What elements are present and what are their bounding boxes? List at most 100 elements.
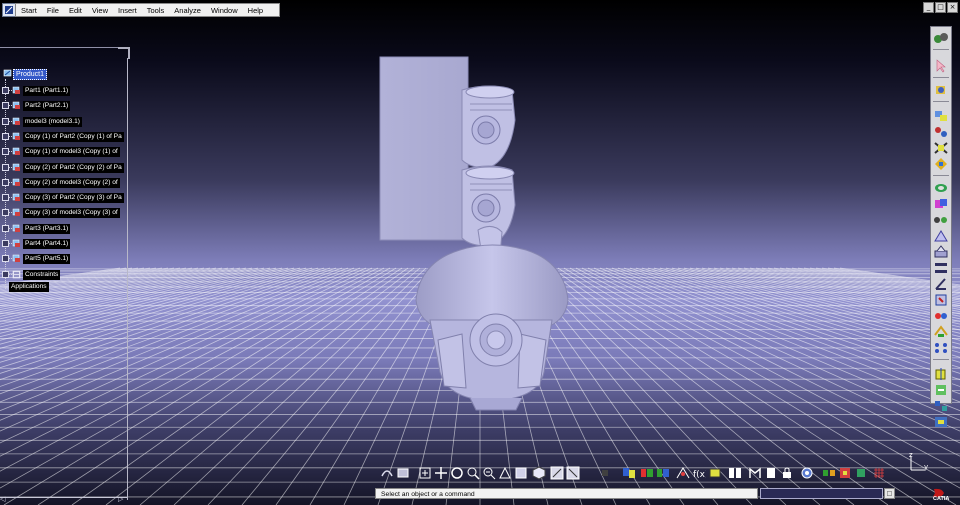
menu-tools[interactable]: Tools xyxy=(142,6,170,15)
catalog-browser-icon[interactable] xyxy=(622,466,636,480)
catalog-icon[interactable] xyxy=(933,83,949,97)
new-product-icon[interactable] xyxy=(933,125,949,139)
snap-icon[interactable] xyxy=(933,383,949,397)
constraint-analysis-icon[interactable] xyxy=(728,466,742,480)
menu-view[interactable]: View xyxy=(87,6,113,15)
menu-analyze[interactable]: Analyze xyxy=(169,6,206,15)
fix-together-icon[interactable] xyxy=(933,309,949,323)
tree-item-label: Copy (2) of model3 (Copy (2) of xyxy=(23,177,120,188)
update-icon[interactable] xyxy=(600,466,614,480)
tree-frame-top xyxy=(0,47,128,48)
fit-all-in-icon[interactable] xyxy=(418,466,432,480)
tree-item-label: Part4 (Part4.1) xyxy=(23,238,71,249)
menu-file[interactable]: File xyxy=(42,6,64,15)
restore-button[interactable]: □ xyxy=(935,2,946,13)
new-part-icon[interactable] xyxy=(933,141,949,155)
catia-logo: CATIA xyxy=(928,488,956,504)
lock-icon[interactable] xyxy=(780,466,794,480)
view-manipulator-icon[interactable] xyxy=(933,31,949,45)
command-input[interactable] xyxy=(760,488,883,499)
generate-numbering-icon[interactable] xyxy=(933,213,949,227)
angle-constraint-icon[interactable] xyxy=(933,277,949,291)
catia-logo-text: CATIA xyxy=(933,496,950,502)
pan-icon[interactable] xyxy=(434,466,448,480)
tree-item-label: Part1 (Part1.1) xyxy=(23,85,71,96)
part-icon xyxy=(12,163,20,171)
hide-show-icon[interactable] xyxy=(566,466,580,480)
part-icon xyxy=(12,117,20,125)
menu-edit[interactable]: Edit xyxy=(64,6,87,15)
multi-view-icon[interactable] xyxy=(514,466,528,480)
replace-component-icon[interactable] xyxy=(933,181,949,195)
tree-item-label: Copy (1) of model3 (Copy (1) of xyxy=(23,146,120,157)
coincidence-constraint-icon[interactable] xyxy=(933,229,949,243)
sectioning-icon[interactable] xyxy=(838,466,852,480)
fly-mode-icon[interactable] xyxy=(380,466,394,480)
grid-toggle-icon[interactable] xyxy=(872,466,886,480)
manipulation-icon[interactable] xyxy=(933,367,949,381)
scroll-right-icon[interactable]: ▷ xyxy=(118,495,123,503)
graph-tree-reordering-icon[interactable] xyxy=(933,197,949,211)
menu-bar: Start File Edit View Insert Tools Analyz… xyxy=(15,3,280,17)
tree-horizontal-scrollbar[interactable]: ◁ ▷ xyxy=(0,495,127,503)
constraints-icon xyxy=(12,270,21,279)
part-icon xyxy=(12,254,20,262)
menu-window[interactable]: Window xyxy=(206,6,243,15)
new-component-icon[interactable] xyxy=(933,109,949,123)
fix-component-icon[interactable] xyxy=(933,293,949,307)
offset-constraint-icon[interactable] xyxy=(933,261,949,275)
normal-view-icon[interactable] xyxy=(498,466,512,480)
part-icon xyxy=(12,239,20,247)
zoom-in-icon[interactable] xyxy=(466,466,480,480)
tree-item-label: Part3 (Part3.1) xyxy=(23,223,71,234)
part-icon xyxy=(12,101,20,109)
quick-constraint-icon[interactable] xyxy=(933,325,949,339)
tree-applications[interactable]: Applications xyxy=(9,282,49,292)
crankshaft[interactable] xyxy=(415,244,569,411)
tree-root-product[interactable]: Product1 xyxy=(13,69,48,80)
menu-insert[interactable]: Insert xyxy=(113,6,142,15)
axis-y-label: y xyxy=(924,463,929,471)
existing-component-icon[interactable] xyxy=(933,157,949,171)
right-toolbar xyxy=(930,26,952,427)
explode-icon[interactable] xyxy=(933,399,949,413)
part-icon xyxy=(12,147,20,155)
catia-app-icon[interactable] xyxy=(2,3,16,17)
zoom-out-icon[interactable] xyxy=(482,466,496,480)
part-icon xyxy=(12,224,20,232)
scroll-left-icon[interactable]: ◁ xyxy=(0,495,5,503)
menu-help[interactable]: Help xyxy=(243,6,268,15)
measure-inertia-icon[interactable] xyxy=(676,466,690,480)
select-arrow-icon[interactable] xyxy=(933,59,949,73)
reuse-pattern-icon[interactable] xyxy=(933,341,949,355)
swept-volume-icon[interactable] xyxy=(800,466,814,480)
tree-item-label: Part5 (Part5.1) xyxy=(23,253,71,264)
engine-assembly-model[interactable] xyxy=(0,0,960,505)
dependencies-icon[interactable] xyxy=(748,466,762,480)
measure-item-icon[interactable] xyxy=(656,466,670,480)
close-button[interactable]: × xyxy=(947,2,958,13)
command-expand-button[interactable]: □ xyxy=(884,488,895,499)
bill-of-material-icon[interactable] xyxy=(764,466,778,480)
clash-icon[interactable] xyxy=(933,415,949,429)
piston-upper[interactable] xyxy=(461,85,516,169)
svg-text:f(x): f(x) xyxy=(693,470,706,480)
iso-view-icon[interactable] xyxy=(532,466,546,480)
axis-z-label: z xyxy=(909,451,913,459)
tree-item-label: Copy (3) of Part2 (Copy (3) of Pa xyxy=(23,192,124,203)
rotate-icon[interactable] xyxy=(450,466,464,480)
formula-icon[interactable]: f(x) xyxy=(692,466,706,480)
tree-item-label: Part2 (Part2.1) xyxy=(23,100,71,111)
minimize-button[interactable]: _ xyxy=(923,2,934,13)
measure-between-icon[interactable] xyxy=(640,466,654,480)
shading-icon[interactable] xyxy=(550,466,564,480)
cylinder-block[interactable] xyxy=(379,56,469,241)
tree-item-label: model3 (model3.1) xyxy=(23,116,82,127)
simulation-icon[interactable] xyxy=(822,466,836,480)
menu-start[interactable]: Start xyxy=(16,6,42,15)
view-mode-icon[interactable] xyxy=(396,466,410,480)
knowledge-icon[interactable] xyxy=(708,466,722,480)
status-message: Select an object or a command xyxy=(375,488,758,499)
contact-constraint-icon[interactable] xyxy=(933,245,949,259)
distance-band-icon[interactable] xyxy=(854,466,868,480)
